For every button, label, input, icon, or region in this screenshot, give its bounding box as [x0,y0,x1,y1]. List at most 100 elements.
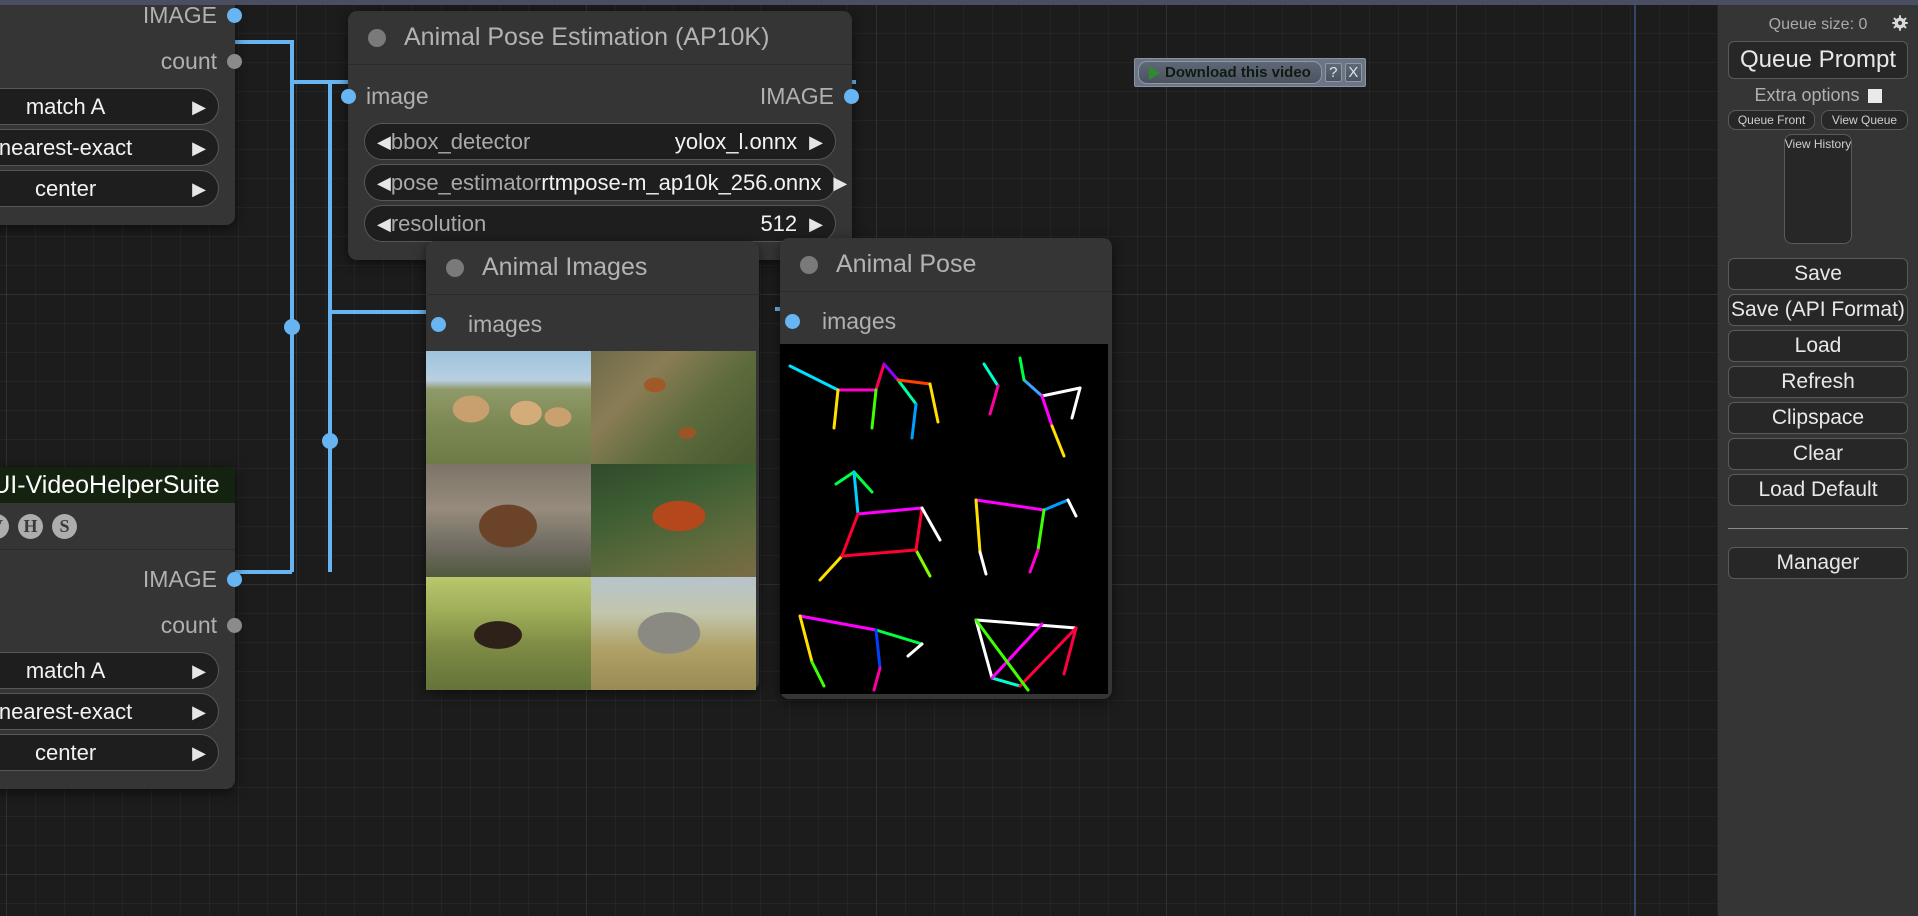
chevron-right-icon[interactable]: ▶ [833,174,847,192]
slot-dot-image[interactable] [227,572,242,587]
chevron-left-icon[interactable]: ◀ [377,174,391,192]
widget-crop[interactable]: center ▶ [0,734,219,771]
vhs-badge-s: S [52,514,77,539]
queue-prompt-button[interactable]: Queue Prompt [1728,41,1908,79]
node-title-label: Animal Pose Estimation (AP10K) [404,23,769,52]
chevron-right-icon[interactable]: ▶ [192,180,206,198]
download-video-widget[interactable]: Download this video ? X [1134,58,1366,87]
download-this-video-button[interactable]: Download this video [1138,61,1322,84]
node-top-left[interactable]: IMAGE count match A ▶ nearest-exact ▶ ce… [0,0,235,225]
widget-value: center [0,740,192,766]
widget-label: resolution [391,211,486,237]
gear-icon[interactable] [1892,15,1908,31]
output-slot-image[interactable]: IMAGE [0,0,235,38]
extra-options-checkbox[interactable] [1868,89,1882,103]
refresh-button[interactable]: Refresh [1728,366,1908,398]
view-history-button[interactable]: View History [1784,134,1852,244]
play-icon [1149,66,1160,80]
chevron-right-icon[interactable]: ▶ [809,215,823,233]
slot-dot-image-in[interactable] [341,89,356,104]
chevron-right-icon[interactable]: ▶ [192,662,206,680]
image-elephant [591,577,756,690]
slot-dot-image-out[interactable] [844,89,859,104]
queue-buttons-row: Queue Front View Queue [1728,110,1908,130]
close-icon[interactable]: X [1345,63,1362,82]
slot-label: count [161,48,217,75]
widget-match[interactable]: match A ▶ [0,652,219,689]
slot-label-out: IMAGE [760,83,834,110]
node-title-bar[interactable]: Animal Pose [780,238,1112,292]
chevron-right-icon[interactable]: ▶ [192,744,206,762]
node-animal-pose-estimation[interactable]: Animal Pose Estimation (AP10K) image IMA… [348,11,852,260]
widget-value: 512 [760,211,797,237]
collapse-dot-icon[interactable] [368,29,386,47]
slot-dot-count[interactable] [227,54,242,69]
chevron-right-icon[interactable]: ▶ [809,133,823,151]
chevron-right-icon[interactable]: ▶ [192,98,206,116]
slot-dot-images-in[interactable] [431,317,446,332]
node-animal-images[interactable]: Animal Images images [426,241,759,690]
view-queue-button[interactable]: View Queue [1821,110,1908,130]
queue-front-button[interactable]: Queue Front [1728,110,1815,130]
chevron-right-icon[interactable]: ▶ [192,703,206,721]
help-button[interactable]: ? [1325,63,1342,82]
widget-label: pose_estimator [391,170,541,196]
output-slot-count[interactable]: count [0,602,235,648]
slot-label: images [468,311,542,338]
slot-dot-images-in[interactable] [785,314,800,329]
queue-size-label: Queue size: 0 [1769,16,1868,34]
save-api-format-button[interactable]: Save (API Format) [1728,294,1908,326]
slot-row-images[interactable]: images [426,301,759,347]
image-deer-hillside [591,351,756,464]
slot-dot-count[interactable] [227,618,242,633]
node-title-label: ComfyUI-VideoHelperSuite [0,471,220,500]
chevron-right-icon[interactable]: ▶ [192,139,206,157]
slot-label-in: image [366,83,429,110]
widget-value: match A [0,94,192,120]
node-title-vhs: ComfyUI-VideoHelperSuite [0,467,235,503]
widget-crop[interactable]: center ▶ [0,170,219,207]
widget-label: bbox_detector [391,129,530,155]
image-antelope [426,351,591,464]
widget-upscale-method[interactable]: nearest-exact ▶ [0,693,219,730]
node-title-bar[interactable]: Animal Pose Estimation (AP10K) [348,11,852,65]
slot-row-image[interactable]: image IMAGE [348,73,852,119]
comfy-menu-sidebar: Queue size: 0 Queue Prompt Extra options [1718,5,1918,916]
widget-resolution[interactable]: ◀ resolution 512 ▶ [364,205,836,242]
canvas-guide-line [1634,0,1636,916]
chevron-left-icon[interactable]: ◀ [377,215,391,233]
widget-upscale-method[interactable]: nearest-exact ▶ [0,129,219,166]
manager-button[interactable]: Manager [1728,547,1908,579]
load-button[interactable]: Load [1728,330,1908,362]
clipspace-button[interactable]: Clipspace [1728,402,1908,434]
slot-dot-image[interactable] [227,8,242,23]
widget-value: yolox_l.onnx [675,129,797,155]
output-slot-image[interactable]: IMAGE [0,556,235,602]
widget-value: center [0,176,192,202]
image-beaver [426,464,591,577]
slot-label: images [822,308,896,335]
collapse-dot-icon[interactable] [446,259,464,277]
node-animal-pose[interactable]: Animal Pose images [780,238,1112,699]
node-bottom-left-vhs[interactable]: ComfyUI-VideoHelperSuite V H S IMAGE cou… [0,467,235,789]
slot-label: IMAGE [143,2,217,29]
widget-match[interactable]: match A ▶ [0,88,219,125]
slot-label: IMAGE [143,566,217,593]
chevron-left-icon[interactable]: ◀ [377,133,391,151]
widget-pose-estimator[interactable]: ◀ pose_estimator rtmpose-m_ap10k_256.onn… [364,164,836,201]
widget-bbox-detector[interactable]: ◀ bbox_detector yolox_l.onnx ▶ [364,123,836,160]
widget-value: rtmpose-m_ap10k_256.onnx [541,170,821,196]
slot-row-images[interactable]: images [780,298,1112,344]
download-label: Download this video [1165,64,1311,81]
output-slot-count[interactable]: count [0,38,235,84]
extra-options-row[interactable]: Extra options [1728,85,1908,106]
clear-button[interactable]: Clear [1728,438,1908,470]
save-button[interactable]: Save [1728,258,1908,290]
node-title-bar[interactable]: Animal Images [426,241,759,295]
widget-value: nearest-exact [0,699,192,725]
collapse-dot-icon[interactable] [800,256,818,274]
vhs-badge-h: H [18,514,43,539]
node-title-label: Animal Pose [836,250,976,279]
extra-options-label: Extra options [1754,85,1859,106]
load-default-button[interactable]: Load Default [1728,474,1908,506]
